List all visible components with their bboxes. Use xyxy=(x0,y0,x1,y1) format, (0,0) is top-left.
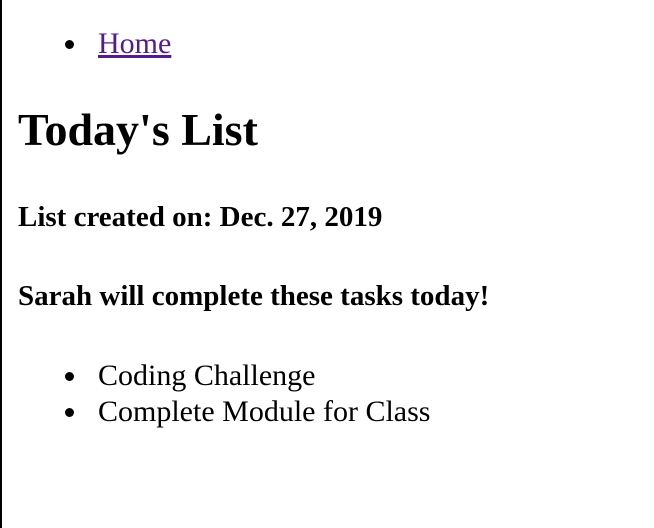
list-created-date: List created on: Dec. 27, 2019 xyxy=(18,201,383,233)
nav-list: Home xyxy=(18,26,171,62)
bullet-icon xyxy=(65,40,74,49)
nav-item-home: Home xyxy=(18,26,171,62)
task-item: Coding Challenge xyxy=(18,358,430,394)
task-list: Coding Challenge Complete Module for Cla… xyxy=(18,358,430,430)
page-left-border xyxy=(0,0,2,528)
bullet-icon xyxy=(65,372,74,381)
bullet-icon xyxy=(65,408,74,417)
task-label: Complete Module for Class xyxy=(98,395,431,428)
task-label: Coding Challenge xyxy=(98,359,316,392)
task-list-heading: Sarah will complete these tasks today! xyxy=(18,280,490,312)
home-link[interactable]: Home xyxy=(98,27,171,60)
task-item: Complete Module for Class xyxy=(18,394,430,430)
page-title: Today's List xyxy=(18,104,258,155)
